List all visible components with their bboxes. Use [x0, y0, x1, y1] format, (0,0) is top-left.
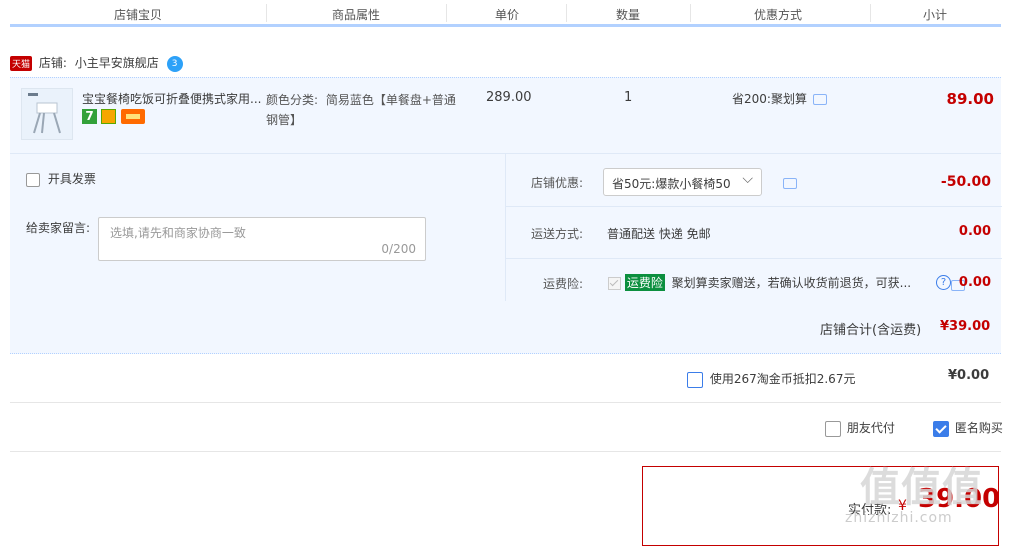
tmall-tag: 天猫 [10, 56, 33, 71]
invoice-checkbox[interactable] [26, 172, 40, 187]
shop-discount-label: 店铺优惠: [531, 176, 584, 190]
friend-pay-label: 朋友代付 [846, 421, 895, 435]
shop-total-row: 店铺合计(含运费) ¥39.00 [10, 301, 1001, 354]
message-icon[interactable] [812, 94, 827, 105]
shop-row: 天猫 店铺: 小主早安旗舰店 3 [10, 54, 183, 74]
shop-total-amount: ¥39.00 [940, 319, 991, 334]
product-title-link[interactable]: 宝宝餐椅吃饭可折叠便携式家用... [82, 90, 267, 107]
product-thumbnail[interactable] [21, 88, 73, 140]
header-col-subtotal: 小计 [923, 8, 948, 22]
header-col-qty: 数量 [616, 8, 641, 22]
shipping-label: 运送方式: [531, 227, 584, 241]
chevron-down-icon: ⌵ [742, 171, 753, 187]
watermark-logo: 值值值 [860, 465, 983, 511]
shop-label: 店铺: [38, 56, 67, 70]
guarantee-icon [101, 109, 116, 124]
shop-total-label: 店铺合计(含运费) [820, 323, 922, 338]
shop-discount-amount: -50.00 [940, 174, 991, 190]
friend-pay-option[interactable]: 朋友代付 [825, 419, 895, 437]
friend-pay-checkbox[interactable] [825, 420, 841, 437]
insurance-tag: 运费险 [624, 274, 665, 291]
attr-label: 颜色分类: [266, 93, 319, 107]
insurance-checkbox [608, 277, 621, 290]
invoice-label: 开具发票 [47, 172, 96, 186]
shop-name-link[interactable]: 小主早安旗舰店 [75, 56, 159, 70]
seven-day-return-icon: 7 [82, 109, 97, 124]
cart-table-header: 店铺宝贝 商品属性 单价 数量 优惠方式 小计 [10, 0, 1001, 27]
anonymous-option[interactable]: 匿名购买 [933, 419, 1003, 437]
header-col-attr: 商品属性 [332, 8, 381, 22]
left-options: 开具发票 给卖家留言: 选填,请先和商家协商一致 0/200 [10, 154, 505, 302]
discount-method: 省200:聚划算 [732, 90, 827, 107]
message-icon[interactable] [783, 178, 797, 189]
credit-card-icon [121, 109, 145, 124]
insurance-info: 运费险 聚划算卖家赠送，若确认收货前退货，可获... [608, 274, 911, 291]
coin-amount: ¥0.00 [948, 368, 990, 383]
header-col-discount: 优惠方式 [754, 8, 803, 22]
coin-label: 使用267淘金币抵扣2.67元 [709, 372, 856, 386]
message-counter: 0/200 [381, 242, 416, 256]
insurance-label: 运费险: [543, 277, 584, 291]
insurance-text: 聚划算卖家赠送，若确认收货前退货，可获... [671, 276, 912, 290]
quantity: 1 [624, 90, 633, 105]
coin-checkbox[interactable] [687, 371, 703, 388]
header-col-item: 店铺宝贝 [114, 8, 163, 22]
anonymous-checkbox[interactable] [933, 420, 949, 437]
message-placeholder: 选填,请先和商家协商一致 [110, 226, 246, 240]
message-label: 给卖家留言: [26, 221, 91, 235]
shop-discount-selected: 省50元:爆款小餐椅50 [612, 177, 731, 191]
chat-icon[interactable]: 3 [166, 55, 183, 72]
shop-discount-select[interactable]: 省50元:爆款小餐椅50 ⌵ [603, 168, 762, 196]
item-subtotal: 89.00 [946, 90, 994, 108]
shipping-amount: 0.00 [958, 224, 991, 239]
coin-deduct-option[interactable]: 使用267淘金币抵扣2.67元 [687, 370, 855, 388]
right-options: 店铺优惠: 省50元:爆款小餐椅50 ⌵ -50.00 运送方式: 普通配送 快… [505, 154, 1002, 302]
shipping-method: 普通配送 快递 免邮 [607, 227, 711, 241]
invoice-option[interactable]: 开具发票 [26, 170, 96, 187]
discount-text: 省200:聚划算 [732, 92, 807, 106]
message-textarea[interactable]: 选填,请先和商家协商一致 0/200 [98, 217, 426, 261]
product-attributes: 颜色分类: 简易蓝色【单餐盘+普通钢管】 [266, 90, 456, 130]
chat-badge: 3 [171, 58, 178, 69]
header-col-price: 单价 [495, 8, 520, 22]
unit-price: 289.00 [486, 90, 532, 105]
watermark-url: zhizhizhi.com [845, 510, 953, 526]
insurance-amount: 0.00 [958, 275, 991, 290]
cart-item-row: 宝宝餐椅吃饭可折叠便携式家用... 7 颜色分类: 简易蓝色【单餐盘+普通钢管】… [10, 77, 1001, 153]
order-options-panel: 开具发票 给卖家留言: 选填,请先和商家协商一致 0/200 店铺优惠: 省50… [10, 153, 1002, 302]
anonymous-label: 匿名购买 [954, 421, 1003, 435]
